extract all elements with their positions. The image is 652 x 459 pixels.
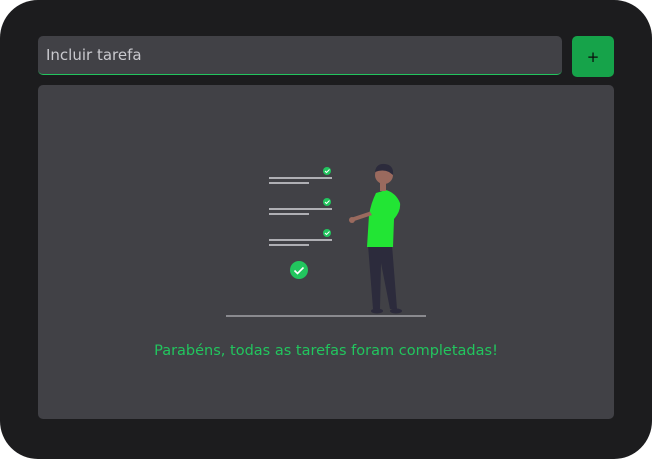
checklist-item-3 <box>269 229 332 246</box>
check-circle-icon <box>290 261 308 279</box>
task-input[interactable] <box>38 36 562 75</box>
empty-state-message: Parabéns, todas as tarefas foram complet… <box>154 343 498 359</box>
checklist-item-1 <box>269 167 332 184</box>
app-window: + <box>0 0 652 459</box>
add-task-button[interactable]: + <box>572 36 614 77</box>
person-figure <box>349 163 402 314</box>
checklist-item-2 <box>269 198 332 215</box>
task-list-panel: Parabéns, todas as tarefas foram complet… <box>38 85 614 419</box>
completed-tasks-illustration <box>226 163 426 317</box>
